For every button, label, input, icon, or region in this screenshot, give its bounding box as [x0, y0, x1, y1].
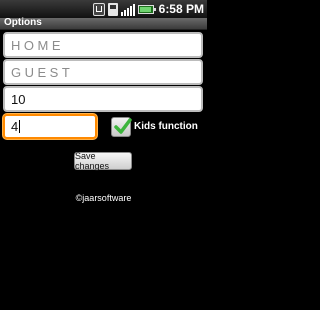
number-field-value: 10 — [11, 91, 26, 107]
usb-icon — [92, 2, 105, 16]
status-clock: 6:58 PM — [158, 2, 204, 16]
guest-field-value: GUEST — [11, 64, 74, 80]
number-field[interactable]: 10 — [3, 86, 203, 112]
sd-card-icon — [107, 2, 118, 16]
guest-field[interactable]: GUEST — [3, 59, 203, 85]
window-title: Options — [4, 17, 42, 28]
home-field[interactable]: HOME — [3, 32, 203, 58]
signal-icon — [120, 3, 135, 16]
status-bar: 6:58 PM — [0, 0, 207, 18]
text-caret — [19, 120, 21, 133]
checkmark-icon — [114, 118, 132, 134]
save-changes-button[interactable]: Save changes — [74, 151, 132, 171]
kids-function-checkbox[interactable] — [111, 117, 132, 137]
kids-function-label: Kids function — [134, 121, 198, 132]
kids-number-field[interactable]: 4 — [3, 114, 97, 139]
copyright-text: ©jaarsoftware — [75, 193, 132, 203]
home-field-value: HOME — [11, 37, 64, 53]
title-bar: Options — [0, 17, 207, 30]
battery-icon — [137, 3, 156, 16]
kids-number-value: 4 — [11, 119, 19, 134]
